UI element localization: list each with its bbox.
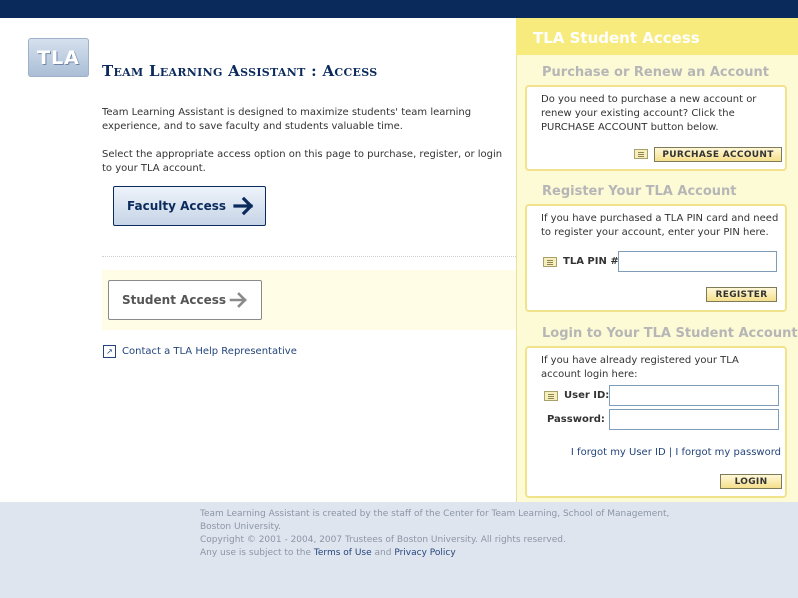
password-input[interactable] — [609, 409, 779, 430]
footer-terms-prefix: Any use is subject to the — [200, 548, 312, 558]
pin-input[interactable] — [618, 251, 777, 272]
faculty-access-button[interactable]: Faculty Access — [113, 186, 266, 226]
note-icon — [634, 149, 648, 159]
purchase-box: Do you need to purchase a new account or… — [525, 85, 787, 171]
password-label: Password: — [547, 414, 605, 425]
panel-header: TLA Student Access — [516, 18, 798, 55]
panel-title: TLA Student Access — [533, 29, 700, 47]
link-separator: | — [668, 447, 673, 458]
tla-logo: TLA — [28, 38, 89, 77]
privacy-policy-link[interactable]: Privacy Policy — [394, 548, 455, 558]
purchase-text: Do you need to purchase a new account or… — [541, 94, 757, 133]
section-divider — [102, 256, 516, 257]
instruction-text: Select the appropriate access option on … — [102, 149, 503, 174]
contact-help-label: Contact a TLA Help Representative — [122, 346, 297, 357]
pin-label: TLA PIN #: — [563, 256, 623, 267]
login-text: If you have already registered your TLA … — [541, 355, 739, 380]
register-button[interactable]: REGISTER — [706, 287, 777, 302]
login-box: If you have already registered your TLA … — [525, 346, 787, 498]
intro-text: Team Learning Assistant is designed to m… — [102, 107, 472, 132]
logo-text: TLA — [37, 46, 80, 69]
user-id-input[interactable] — [609, 385, 779, 406]
arrow-right-icon — [229, 292, 247, 308]
footer-credits: Team Learning Assistant is created by th… — [200, 509, 670, 532]
footer: Team Learning Assistant is created by th… — [0, 502, 798, 598]
student-access-label: Student Access — [122, 293, 227, 307]
register-box: If you have purchased a TLA PIN card and… — [525, 204, 787, 312]
arrow-right-icon — [233, 196, 254, 216]
terms-of-use-link[interactable]: Terms of Use — [314, 548, 372, 558]
footer-and-text: and — [374, 548, 392, 558]
note-icon — [544, 391, 558, 401]
footer-terms-line: Any use is subject to the Terms of Use a… — [200, 547, 700, 560]
forgot-user-id-link[interactable]: I forgot my User ID — [571, 447, 666, 458]
external-link-icon: ↗ — [103, 345, 116, 358]
note-icon — [543, 257, 557, 267]
page-title: Team Learning Assistant : Access — [102, 62, 378, 80]
purchase-account-button[interactable]: PURCHASE ACCOUNT — [654, 147, 782, 162]
forgot-password-link[interactable]: I forgot my password — [675, 447, 781, 458]
login-button[interactable]: LOGIN — [720, 474, 782, 489]
register-text: If you have purchased a TLA PIN card and… — [541, 213, 779, 238]
contact-help-link[interactable]: ↗ Contact a TLA Help Representative — [103, 345, 297, 358]
forgot-links: I forgot my User ID | I forgot my passwo… — [571, 447, 781, 458]
footer-copyright: Copyright © 2001 - 2004, 2007 Trustees o… — [200, 535, 566, 545]
register-heading: Register Your TLA Account — [542, 184, 737, 199]
top-banner — [0, 0, 798, 18]
user-id-label: User ID: — [564, 390, 610, 401]
purchase-heading: Purchase or Renew an Account — [542, 65, 769, 80]
login-heading: Login to Your TLA Student Account — [542, 326, 798, 341]
faculty-access-label: Faculty Access — [127, 199, 227, 213]
student-access-button[interactable]: Student Access — [108, 280, 262, 320]
